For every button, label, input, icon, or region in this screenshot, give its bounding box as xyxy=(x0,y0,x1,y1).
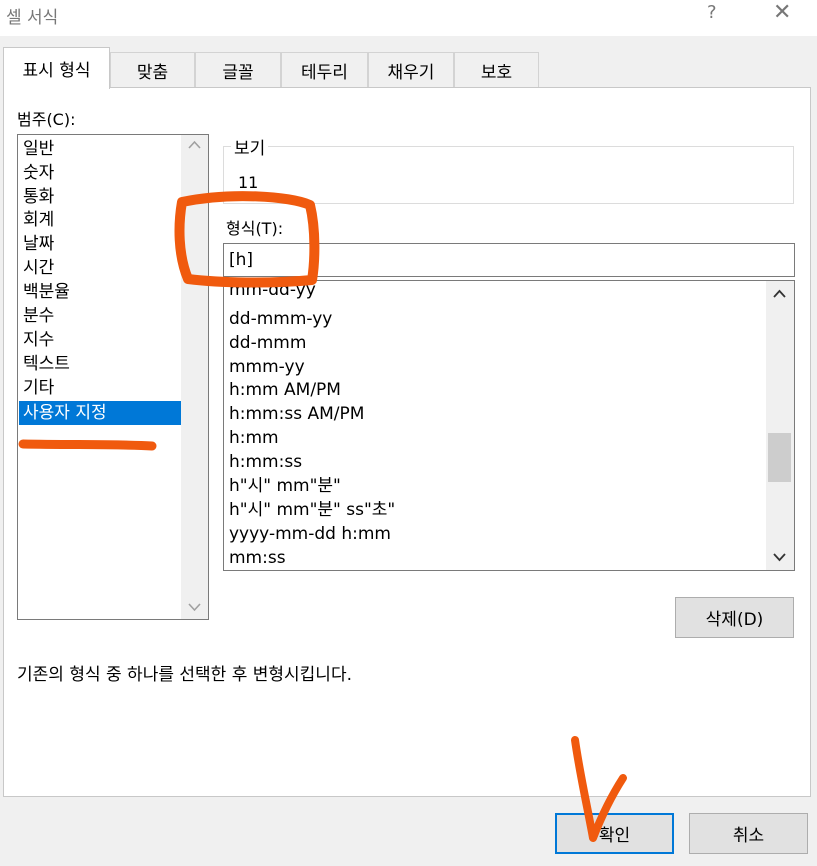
format-item[interactable]: h:mm:ss xyxy=(229,450,302,474)
category-item-special[interactable]: 기타 xyxy=(19,376,182,400)
tab-protection[interactable]: 보호 xyxy=(454,52,539,88)
format-item[interactable]: dd-mmm-yy xyxy=(229,307,332,331)
category-item-scientific[interactable]: 지수 xyxy=(19,328,182,352)
help-icon[interactable]: ? xyxy=(707,2,717,23)
format-item[interactable]: yyyy-mm-dd h:mm xyxy=(229,522,391,546)
category-item-date[interactable]: 날짜 xyxy=(19,232,182,256)
format-item[interactable]: h"시" mm"분" ss"초" xyxy=(229,498,395,522)
format-item[interactable]: mm:ss xyxy=(229,546,286,570)
chevron-up-icon[interactable] xyxy=(773,287,786,302)
description-text: 기존의 형식 중 하나를 선택한 후 변형시킵니다. xyxy=(17,665,352,685)
category-item-number[interactable]: 숫자 xyxy=(19,161,182,185)
category-item-time[interactable]: 시간 xyxy=(19,256,182,280)
tab-font[interactable]: 글꼴 xyxy=(195,52,281,88)
delete-button[interactable]: 삭제(D) xyxy=(675,597,794,638)
tab-alignment[interactable]: 맞춤 xyxy=(110,52,195,88)
format-scroll-thumb[interactable] xyxy=(768,433,791,482)
format-item[interactable]: mm-dd-yy xyxy=(229,281,316,302)
category-item-percentage[interactable]: 백분율 xyxy=(19,280,182,304)
cancel-button[interactable]: 취소 xyxy=(689,813,808,854)
sample-group xyxy=(223,146,794,204)
ok-button[interactable]: 확인 xyxy=(555,813,674,854)
type-input[interactable] xyxy=(223,243,795,277)
sample-value: 11 xyxy=(238,173,259,192)
chevron-down-icon[interactable] xyxy=(188,601,201,616)
tab-number[interactable]: 표시 형식 xyxy=(3,47,110,89)
close-icon[interactable]: ✕ xyxy=(773,0,791,25)
category-item-text[interactable]: 텍스트 xyxy=(19,352,182,376)
category-item-currency[interactable]: 통화 xyxy=(19,185,182,209)
sample-label: 보기 xyxy=(231,134,269,159)
type-label: 형식(T): xyxy=(226,219,284,238)
format-item[interactable]: h"시" mm"분" xyxy=(229,474,341,498)
format-list[interactable]: mm-dd-yy dd-mmm-yy dd-mmm mmm-yy h:mm AM… xyxy=(223,280,795,571)
category-item-general[interactable]: 일반 xyxy=(19,137,182,161)
category-label: 범주(C): xyxy=(17,110,76,129)
window-title: 셀 서식 xyxy=(6,8,59,28)
format-item[interactable]: h:mm AM/PM xyxy=(229,378,341,402)
format-scrollbar[interactable] xyxy=(766,281,794,570)
chevron-up-icon[interactable] xyxy=(188,138,201,153)
category-item-fraction[interactable]: 분수 xyxy=(19,304,182,328)
tab-fill[interactable]: 채우기 xyxy=(368,52,454,88)
format-item[interactable]: h:mm xyxy=(229,426,279,450)
category-item-custom[interactable]: 사용자 지정 xyxy=(19,401,182,425)
title-bar xyxy=(0,0,817,36)
format-item[interactable]: mmm-yy xyxy=(229,355,305,379)
tab-border[interactable]: 테두리 xyxy=(281,52,368,88)
format-item[interactable]: h:mm:ss AM/PM xyxy=(229,402,364,426)
chevron-down-icon[interactable] xyxy=(773,551,786,566)
category-item-accounting[interactable]: 회계 xyxy=(19,208,182,232)
format-item[interactable]: dd-mmm xyxy=(229,331,306,355)
category-scrollbar[interactable] xyxy=(181,135,208,619)
